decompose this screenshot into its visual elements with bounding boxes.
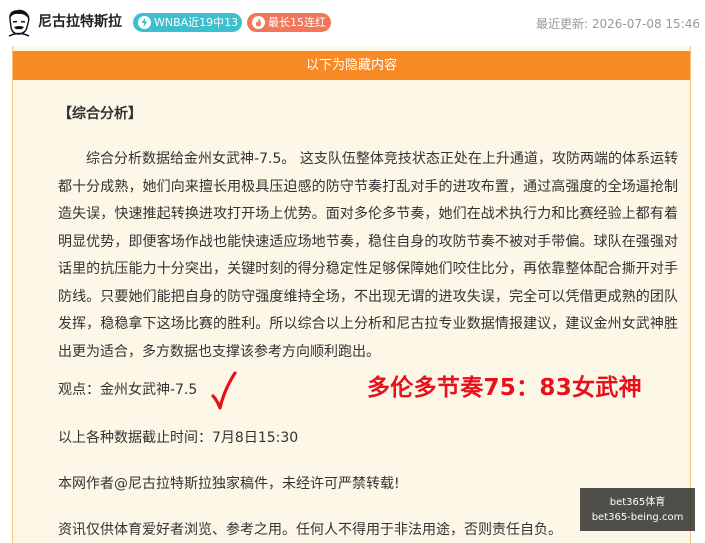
analysis-paragraph: 综合分析数据给金州女武神-7.5。 这支队伍整体竞技状态正处在上升通道，攻防两端… bbox=[58, 151, 678, 360]
match-result: 多伦多节奏75：83女武神 bbox=[367, 375, 642, 401]
updated-label: 最近更新: bbox=[535, 17, 589, 31]
last-updated: 最近更新: 2026-07-08 15:46 bbox=[536, 15, 700, 32]
badge-label: 最长15连红 bbox=[268, 16, 326, 29]
avatar-portrait-icon bbox=[8, 9, 30, 37]
section-title: 【综合分析】 bbox=[58, 106, 142, 122]
badge-wnba-record[interactable]: WNBA近19中13 bbox=[133, 13, 242, 32]
copyright-notice: 本网作者@尼古拉特斯拉独家稿件，未经许可严禁转载! bbox=[58, 476, 400, 492]
data-cutoff-time: 以上各种数据截止时间：7月8日15:30 bbox=[58, 430, 299, 446]
author-name[interactable]: 尼古拉特斯拉 bbox=[38, 13, 122, 31]
opinion-line: 观点：金州女武神-7.5 bbox=[58, 382, 198, 398]
checkmark-icon bbox=[211, 371, 237, 410]
flame-icon bbox=[252, 16, 265, 29]
badge-win-streak[interactable]: 最长15连红 bbox=[247, 13, 331, 32]
updated-time: 2026-07-08 15:46 bbox=[591, 17, 700, 31]
watermark-line-1: bet365体育 bbox=[609, 497, 666, 508]
watermark-line-2: bet365-being.com bbox=[591, 512, 684, 523]
author-avatar[interactable] bbox=[6, 9, 32, 37]
badge-label: WNBA近19中13 bbox=[154, 16, 239, 29]
hidden-content-banner: 以下为隐藏内容 bbox=[13, 51, 690, 80]
lightning-icon bbox=[138, 16, 151, 29]
disclaimer-text: 资讯仅供体育爱好者浏览、参考之用。任何人不得用于非法用途，否则责任自负。 bbox=[58, 522, 562, 538]
author-header: 尼古拉特斯拉 WNBA近19中13 最长15连红 最近更新: 2026-07-0… bbox=[0, 0, 705, 46]
site-watermark: bet365体育 bet365-being.com bbox=[580, 488, 695, 531]
hidden-content-box: 以下为隐藏内容 【综合分析】 综合分析数据给金州女武神-7.5。 这支队伍整体竞… bbox=[12, 46, 691, 543]
